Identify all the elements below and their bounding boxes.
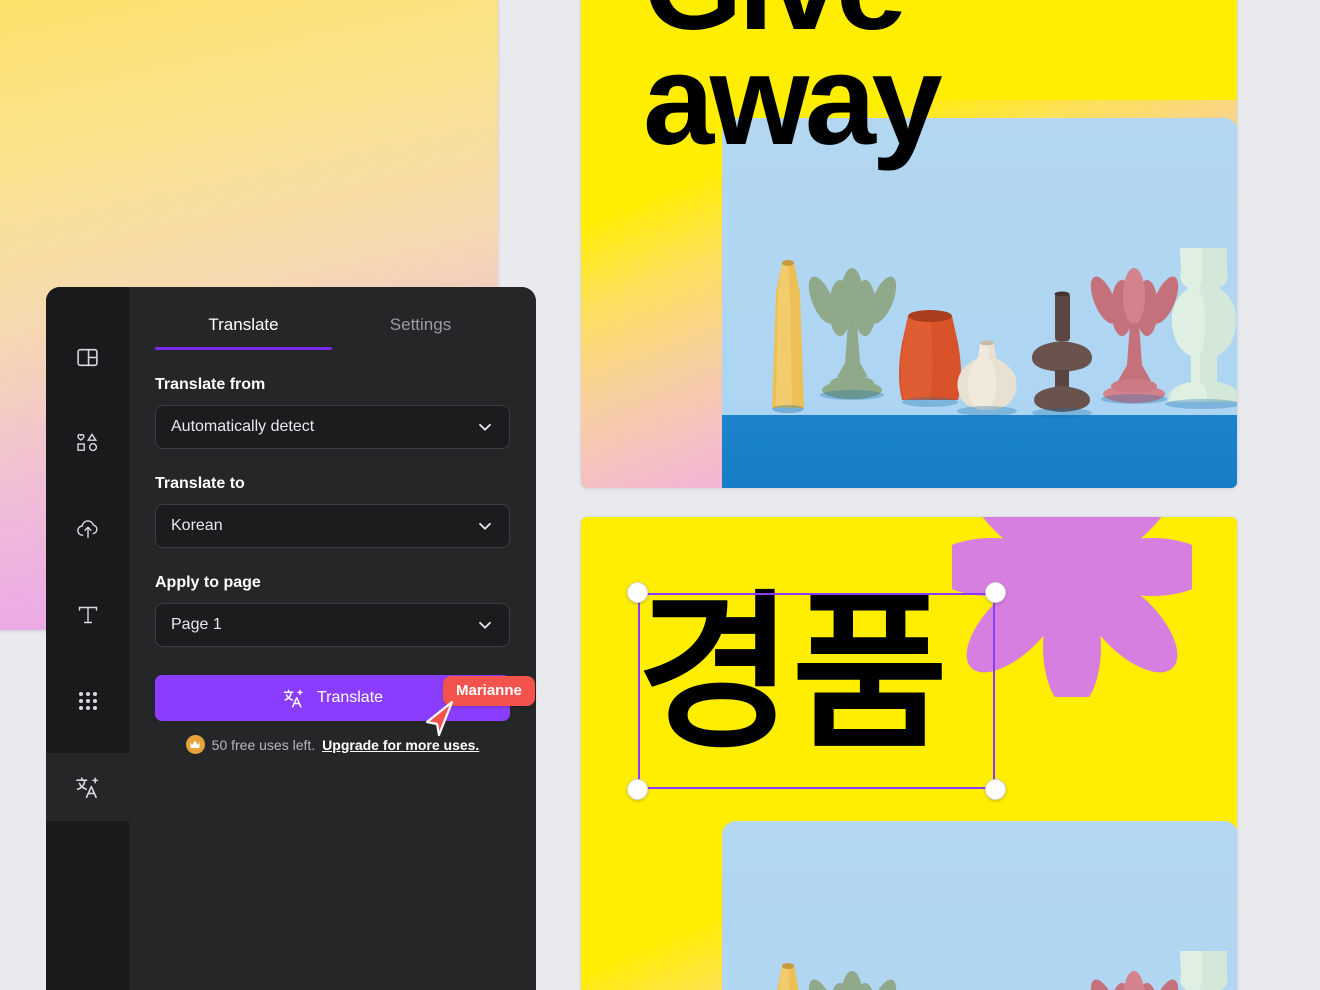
chevron-down-icon xyxy=(476,616,494,634)
panel-tabs: Translate Settings xyxy=(155,287,510,350)
sidebar-item-elements[interactable] xyxy=(46,409,129,477)
select-translate-from[interactable]: Automatically detect xyxy=(155,405,510,449)
select-translate-to[interactable]: Korean xyxy=(155,504,510,548)
canvas-page-2[interactable]: 경품 xyxy=(581,517,1237,990)
translate-panel-body: Translate Settings Translate from Automa… xyxy=(129,287,536,990)
sidebar-item-text[interactable] xyxy=(46,581,129,649)
tab-settings[interactable]: Settings xyxy=(332,315,509,350)
page-1-headline[interactable]: Give away xyxy=(643,0,943,165)
chevron-down-icon xyxy=(476,418,494,436)
page-2-headline[interactable]: 경품 xyxy=(637,589,948,759)
translate-button-label: Translate xyxy=(316,689,384,706)
cursor-arrow-icon xyxy=(424,700,458,745)
usage-text: 50 free uses left. xyxy=(211,736,316,753)
apps-grid-icon xyxy=(77,690,99,712)
elements-shapes-icon xyxy=(75,430,101,456)
field-translate-to: Translate to Korean xyxy=(155,475,510,548)
editor-rail xyxy=(46,287,129,990)
field-apply-to-page: Apply to page Page 1 xyxy=(155,574,510,647)
translate-icon xyxy=(74,774,101,801)
label-translate-to: Translate to xyxy=(155,475,245,492)
page-1-photo[interactable] xyxy=(722,118,1237,488)
crown-icon xyxy=(185,735,205,754)
canva-editor-screen: Give away xyxy=(0,0,1320,990)
label-apply-to-page: Apply to page xyxy=(155,574,261,591)
photo-objects xyxy=(772,248,1237,418)
select-apply-to-page-value: Page 1 xyxy=(171,616,222,633)
photo-objects xyxy=(777,951,1228,990)
select-translate-from-value: Automatically detect xyxy=(171,418,315,435)
field-translate-from: Translate from Automatically detect xyxy=(155,376,510,449)
text-t-icon xyxy=(75,602,101,628)
chevron-down-icon xyxy=(476,517,494,535)
sidebar-item-uploads[interactable] xyxy=(46,495,129,563)
upload-cloud-icon xyxy=(75,516,101,542)
select-translate-to-value: Korean xyxy=(171,517,223,534)
select-apply-to-page[interactable]: Page 1 xyxy=(155,603,510,647)
page-2-photo[interactable] xyxy=(722,821,1237,990)
label-translate-from: Translate from xyxy=(155,376,266,393)
sidebar-item-apps[interactable] xyxy=(46,667,129,735)
sidebar-item-translate[interactable] xyxy=(46,753,129,821)
tab-translate[interactable]: Translate xyxy=(155,315,332,350)
canvas-page-1[interactable]: Give away xyxy=(581,0,1237,488)
design-layout-icon xyxy=(75,345,100,370)
translate-side-panel: Translate Settings Translate from Automa… xyxy=(46,287,536,990)
translate-sparkle-icon xyxy=(282,687,305,710)
sidebar-item-design[interactable] xyxy=(46,323,129,391)
